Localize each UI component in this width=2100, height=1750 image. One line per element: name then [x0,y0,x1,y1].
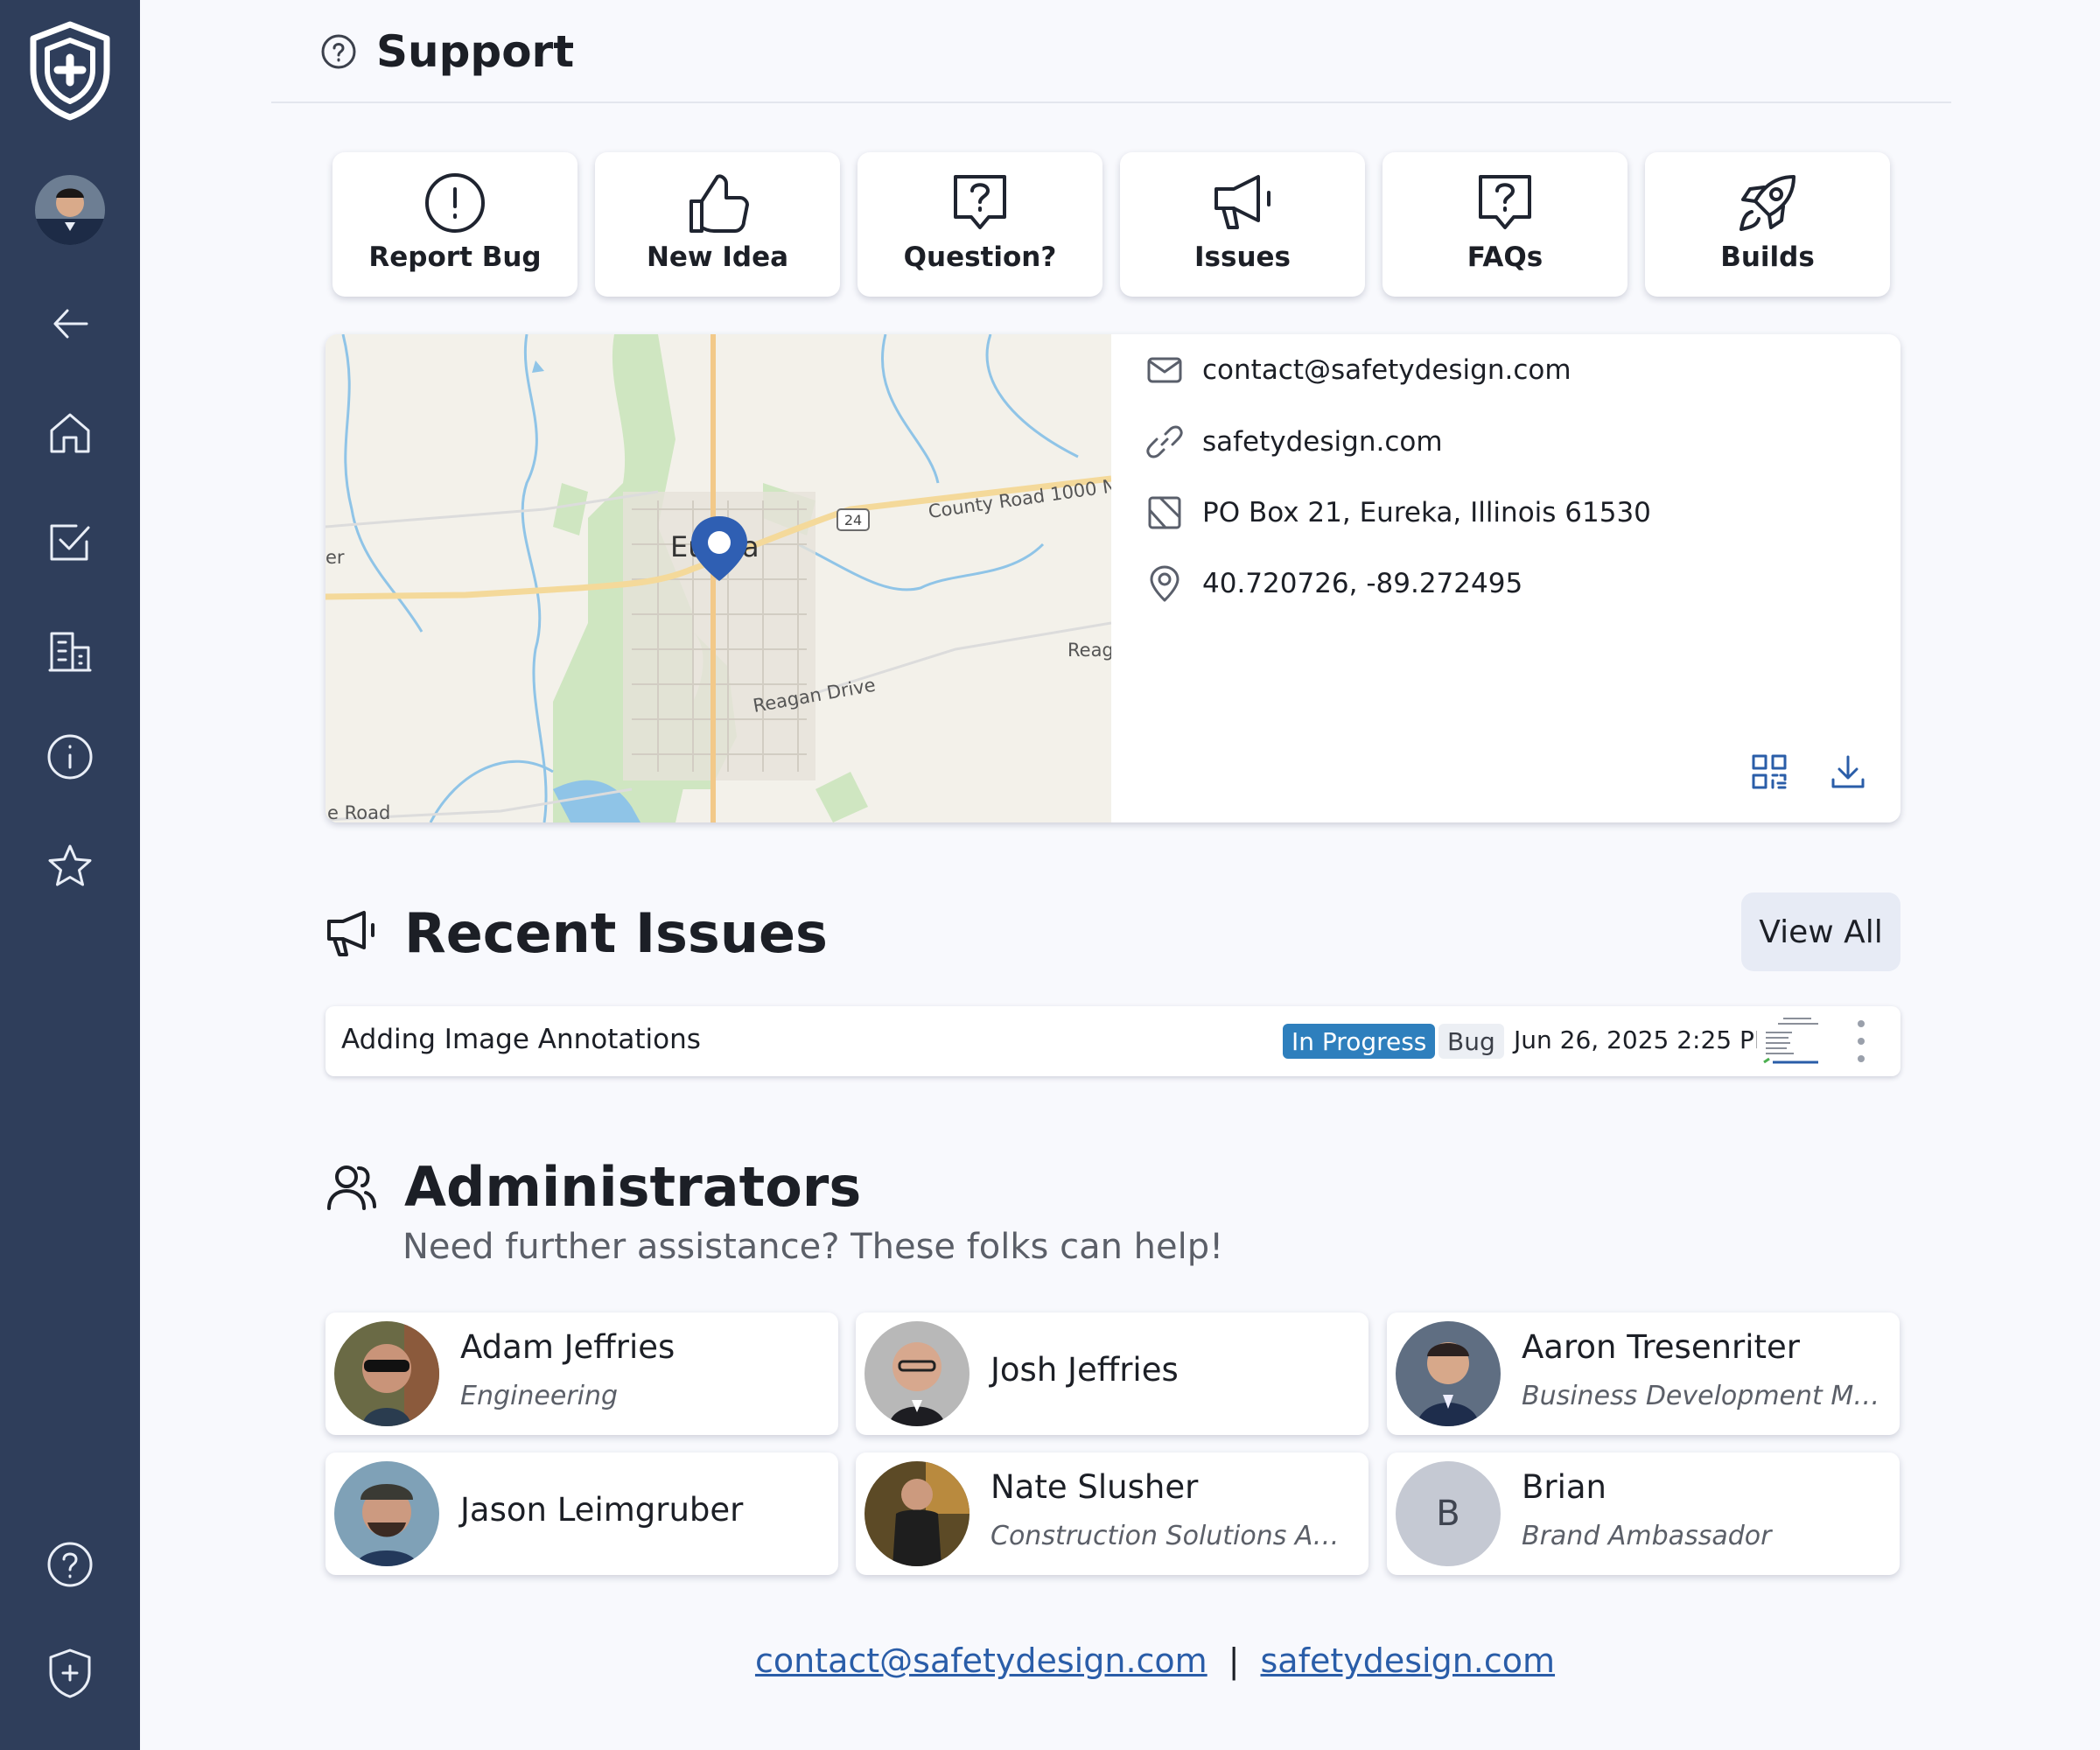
page-header: Support [271,0,1951,103]
thumbs-up-icon [690,174,749,233]
issue-row[interactable]: Adding Image Annotations In Progress Bug… [326,1006,1900,1076]
administrators-header: Administrators [326,1155,861,1219]
admin-name: Nate Slusher [990,1468,1199,1506]
question-button[interactable]: Question? [858,152,1102,297]
qr-code-button[interactable] [1743,746,1796,798]
contact-coordinates-row[interactable]: 40.720726, -89.272495 [1146,562,1522,606]
admin-card[interactable]: B Brian Brand Ambassador [1387,1452,1900,1575]
admin-card[interactable]: Jason Leimgruber [326,1452,838,1575]
issue-date: Jun 26, 2025 2:25 PM [1514,1026,1776,1054]
view-all-button[interactable]: View All [1741,892,1900,971]
more-options-icon[interactable] [1848,1020,1874,1062]
question-bubble-icon [954,175,1006,229]
admin-card[interactable]: Aaron Tresenriter Business Development M… [1387,1312,1900,1435]
contact-email: contact@safetydesign.com [1202,354,1572,386]
new-idea-label: New Idea [646,242,789,273]
avatar [334,1461,439,1566]
contact-address-row[interactable]: PO Box 21, Eureka, Illinois 61530 [1146,491,1651,535]
builds-button[interactable]: Builds [1645,152,1890,297]
question-bubble-icon [1479,175,1531,229]
contact-website: safetydesign.com [1202,426,1443,458]
admin-card[interactable]: Nate Slusher Construction Solutions Advi… [856,1452,1368,1575]
admin-name: Josh Jeffries [990,1351,1179,1389]
checkbox-icon[interactable] [0,499,140,586]
footer-website-link[interactable]: safetydesign.com [1261,1642,1556,1680]
contact-card: 24 County Road 1000 No Reagan Drive Reag… [326,334,1900,822]
admin-role: Brand Ambassador [1522,1521,1772,1551]
admin-card[interactable]: Adam Jeffries Engineering [326,1312,838,1435]
star-icon[interactable] [0,822,140,910]
map-road-label-3: Reag [1068,640,1111,661]
download-button[interactable] [1822,746,1874,798]
megaphone-icon [1214,175,1270,229]
avatar-initial: B [1396,1461,1501,1566]
avatar [1396,1321,1501,1426]
issue-thumbnail[interactable] [1757,1013,1827,1069]
issues-button[interactable]: Issues [1120,152,1365,297]
faqs-button[interactable]: FAQs [1382,152,1628,297]
location-map[interactable]: 24 County Road 1000 No Reagan Drive Reag… [326,334,1129,822]
report-bug-label: Report Bug [368,242,542,273]
recent-issues-header: Recent Issues [326,901,828,965]
admin-name: Adam Jeffries [460,1328,676,1366]
recent-issues-title: Recent Issues [404,901,828,965]
footer-email-link[interactable]: contact@safetydesign.com [755,1642,1208,1680]
info-icon[interactable] [0,713,140,801]
admin-role: Engineering [460,1381,618,1411]
route-shield-label: 24 [844,512,862,528]
administrators-title: Administrators [404,1155,862,1219]
question-circle-icon [320,33,357,74]
contact-address: PO Box 21, Eureka, Illinois 61530 [1202,497,1651,528]
location-pin-icon [1150,565,1180,602]
builds-label: Builds [1720,242,1815,273]
link-icon [1146,425,1183,458]
home-icon[interactable] [0,389,140,477]
help-icon[interactable] [0,1521,140,1608]
admin-name: Jason Leimgruber [460,1491,744,1529]
admin-role: Business Development Manager [1522,1381,1880,1411]
admin-role: Construction Solutions Advisor [990,1521,1349,1551]
admin-name: Brian [1522,1468,1606,1506]
status-badge: In Progress [1283,1024,1436,1059]
sidebar [0,0,140,1750]
rocket-icon [1740,175,1796,231]
users-icon [327,1165,376,1210]
alert-circle-icon [425,173,485,233]
contact-coordinates: 40.720726, -89.272495 [1202,568,1523,599]
avatar [334,1321,439,1426]
user-avatar[interactable] [0,166,140,254]
contact-website-row[interactable]: safetydesign.com [1146,420,1443,464]
back-arrow-icon[interactable] [0,280,140,368]
type-badge: Bug [1438,1024,1504,1059]
footer-separator: | [1228,1642,1240,1680]
new-idea-button[interactable]: New Idea [595,152,840,297]
question-label: Question? [903,242,1057,273]
contact-email-row[interactable]: contact@safetydesign.com [1146,348,1572,392]
megaphone-icon [327,910,374,956]
issue-title: Adding Image Annotations [341,1024,701,1055]
report-bug-button[interactable]: Report Bug [332,152,578,297]
issues-label: Issues [1194,242,1291,273]
footer: contact@safetydesign.com | safetydesign.co… [0,1642,2100,1680]
admin-card[interactable]: Josh Jeffries [856,1312,1368,1435]
map-road-label-4: e Road [327,802,390,822]
avatar [864,1461,970,1566]
map-icon [1148,496,1181,529]
faqs-label: FAQs [1466,242,1544,273]
download-icon [1831,755,1865,788]
logo-shield-icon[interactable] [0,18,140,122]
building-icon[interactable] [0,608,140,696]
admin-name: Aaron Tresenriter [1522,1328,1801,1366]
map-road-label-5: er [326,547,345,568]
mail-icon [1147,357,1182,383]
administrators-subtitle: Need further assistance? These folks can… [402,1227,1224,1267]
avatar [864,1321,970,1426]
qr-code-icon [1752,754,1787,789]
page-title: Support [376,26,575,77]
